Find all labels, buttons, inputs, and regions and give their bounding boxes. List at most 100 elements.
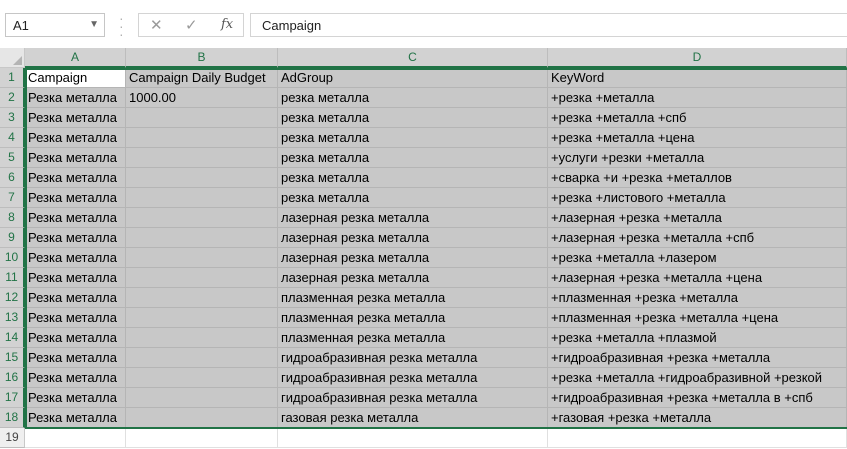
table-cell[interactable]: Резка металла [25, 168, 126, 188]
table-cell[interactable] [126, 288, 278, 308]
table-cell[interactable]: плазменная резка металла [278, 308, 548, 328]
row-header[interactable]: 3 [0, 108, 25, 128]
row-header[interactable]: 19 [0, 428, 25, 448]
row-header[interactable]: 18 [0, 408, 25, 428]
row-header[interactable]: 9 [0, 228, 25, 248]
row-header[interactable]: 13 [0, 308, 25, 328]
cancel-icon[interactable]: ✕ [150, 16, 163, 34]
table-cell[interactable] [126, 228, 278, 248]
table-cell[interactable]: +услуги +резки +металла [548, 148, 847, 168]
table-cell[interactable] [126, 428, 278, 448]
formula-input[interactable]: Campaign [250, 13, 847, 37]
row-header[interactable]: 14 [0, 328, 25, 348]
table-cell[interactable]: Резка металла [25, 328, 126, 348]
row-header[interactable]: 12 [0, 288, 25, 308]
table-cell[interactable]: резка металла [278, 168, 548, 188]
table-cell[interactable]: гидроабразивная резка металла [278, 368, 548, 388]
table-cell[interactable]: +лазерная +резка +металла +цена [548, 268, 847, 288]
row-header[interactable]: 2 [0, 88, 25, 108]
select-all-corner[interactable] [0, 48, 25, 68]
table-cell[interactable]: резка металла [278, 148, 548, 168]
table-cell[interactable]: гидроабразивная резка металла [278, 388, 548, 408]
table-cell[interactable]: резка металла [278, 188, 548, 208]
table-cell[interactable]: 1000.00 [126, 88, 278, 108]
row-header[interactable]: 1 [0, 68, 25, 88]
table-cell[interactable]: Резка металла [25, 228, 126, 248]
table-cell[interactable]: Резка металла [25, 248, 126, 268]
table-cell[interactable]: лазерная резка металла [278, 228, 548, 248]
table-cell[interactable]: Campaign Daily Budget [126, 68, 278, 88]
table-cell[interactable]: Резка металла [25, 388, 126, 408]
table-cell[interactable] [126, 408, 278, 428]
table-cell[interactable]: Резка металла [25, 208, 126, 228]
table-cell[interactable]: плазменная резка металла [278, 288, 548, 308]
table-cell[interactable]: Резка металла [25, 308, 126, 328]
table-cell[interactable]: Резка металла [25, 408, 126, 428]
enter-check-icon[interactable]: ✓ [185, 16, 198, 34]
table-cell[interactable] [25, 428, 126, 448]
spreadsheet-grid[interactable]: A B C D 1 Campaign Campaign Daily Budget AdGrou… [0, 48, 847, 449]
table-cell[interactable]: Резка металла [25, 288, 126, 308]
table-cell[interactable]: Резка металла [25, 128, 126, 148]
table-cell[interactable] [126, 188, 278, 208]
chevron-down-icon[interactable]: ▼ [89, 19, 99, 30]
table-cell[interactable]: +резка +металла +спб [548, 108, 847, 128]
table-cell[interactable]: гидроабразивная резка металла [278, 348, 548, 368]
table-cell[interactable]: +резка +листового +металла [548, 188, 847, 208]
table-cell[interactable]: плазменная резка металла [278, 328, 548, 348]
row-header[interactable]: 6 [0, 168, 25, 188]
table-cell[interactable]: Резка металла [25, 368, 126, 388]
table-cell[interactable]: +гидроабразивная +резка +металла [548, 348, 847, 368]
active-cell[interactable]: Campaign [25, 68, 126, 88]
table-cell[interactable] [548, 428, 847, 448]
name-box[interactable]: A1 ▼ [5, 13, 105, 37]
row-header[interactable]: 10 [0, 248, 25, 268]
table-cell[interactable]: +резка +металла +цена [548, 128, 847, 148]
table-cell[interactable]: Резка металла [25, 148, 126, 168]
row-header[interactable]: 16 [0, 368, 25, 388]
table-cell[interactable] [126, 248, 278, 268]
table-cell[interactable] [126, 148, 278, 168]
table-cell[interactable]: Резка металла [25, 188, 126, 208]
table-cell[interactable] [126, 128, 278, 148]
column-header[interactable]: D [548, 48, 847, 68]
table-cell[interactable]: KeyWord [548, 68, 847, 88]
table-cell[interactable] [126, 328, 278, 348]
table-cell[interactable]: лазерная резка металла [278, 268, 548, 288]
row-header[interactable]: 4 [0, 128, 25, 148]
table-cell[interactable]: Резка металла [25, 108, 126, 128]
table-cell[interactable]: +плазменная +резка +металла +цена [548, 308, 847, 328]
table-cell[interactable]: +газовая +резка +металла [548, 408, 847, 428]
table-cell[interactable] [126, 388, 278, 408]
table-cell[interactable]: лазерная резка металла [278, 248, 548, 268]
insert-function-icon[interactable]: fx [221, 17, 233, 32]
table-cell[interactable] [126, 268, 278, 288]
table-cell[interactable] [126, 168, 278, 188]
table-cell[interactable]: Резка металла [25, 348, 126, 368]
row-header[interactable]: 7 [0, 188, 25, 208]
column-header[interactable]: A [25, 48, 126, 68]
table-cell[interactable]: +сварка +и +резка +металлов [548, 168, 847, 188]
row-header[interactable]: 17 [0, 388, 25, 408]
table-cell[interactable]: резка металла [278, 88, 548, 108]
table-cell[interactable]: резка металла [278, 108, 548, 128]
table-cell[interactable]: +резка +металла +лазером [548, 248, 847, 268]
table-cell[interactable]: лазерная резка металла [278, 208, 548, 228]
table-cell[interactable] [126, 108, 278, 128]
table-cell[interactable] [126, 348, 278, 368]
table-cell[interactable]: +лазерная +резка +металла +спб [548, 228, 847, 248]
row-header[interactable]: 15 [0, 348, 25, 368]
table-cell[interactable]: резка металла [278, 128, 548, 148]
table-cell[interactable]: +резка +металла +плазмой [548, 328, 847, 348]
table-cell[interactable]: +лазерная +резка +металла [548, 208, 847, 228]
table-cell[interactable]: +гидроабразивная +резка +металла в +спб [548, 388, 847, 408]
table-cell[interactable]: Резка металла [25, 268, 126, 288]
table-cell[interactable] [278, 428, 548, 448]
table-cell[interactable] [126, 308, 278, 328]
row-header[interactable]: 11 [0, 268, 25, 288]
table-cell[interactable]: Резка металла [25, 88, 126, 108]
table-cell[interactable] [126, 368, 278, 388]
table-cell[interactable]: AdGroup [278, 68, 548, 88]
table-cell[interactable]: +резка +металла [548, 88, 847, 108]
table-cell[interactable]: газовая резка металла [278, 408, 548, 428]
